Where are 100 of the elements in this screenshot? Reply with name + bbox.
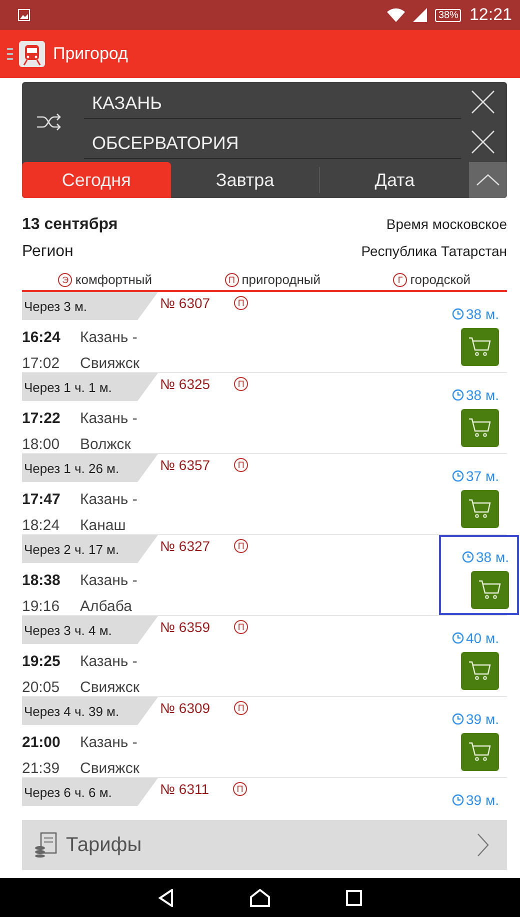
- train-type-icon: П: [234, 539, 248, 553]
- station-name: Свияжск: [80, 760, 140, 776]
- clock-icon: [452, 308, 464, 320]
- departure-time: 17:47: [22, 490, 62, 508]
- back-icon[interactable]: [158, 888, 174, 906]
- arrival-time: 19:16: [22, 598, 61, 614]
- arrival-time: 20:05: [22, 678, 61, 696]
- station-name: Казань -: [80, 572, 138, 588]
- travel-duration: 38 м.: [452, 387, 499, 403]
- wifi-icon: [387, 8, 406, 22]
- travel-duration: 40 м.: [452, 630, 499, 646]
- train-icon: [19, 41, 45, 67]
- travel-duration: 37 м.: [452, 468, 499, 484]
- train-type-icon: Э: [58, 272, 72, 286]
- home-icon[interactable]: [250, 888, 270, 906]
- departs-in-tag: Через 1 ч. 1 м.: [22, 373, 158, 401]
- travel-duration: 38 м.: [452, 306, 499, 322]
- departs-in-tag: Через 3 м.: [22, 292, 158, 320]
- train-number: № 6357: [160, 456, 210, 473]
- battery-level: 38%: [435, 8, 462, 22]
- train-number: № 6309: [160, 699, 210, 716]
- departs-in-tag: Через 1 ч. 26 м.: [22, 454, 158, 482]
- signal-icon: [413, 8, 428, 22]
- arrival-time: 17:02: [22, 354, 61, 372]
- arrival-time: 21:39: [22, 760, 61, 776]
- departure-time: 16:24: [22, 328, 62, 346]
- clock-icon: [452, 470, 464, 482]
- legend-label: комфортный: [75, 272, 152, 287]
- buy-ticket-button[interactable]: [461, 490, 499, 528]
- station-name: Казань -: [80, 328, 138, 346]
- departs-in-tag: Через 3 ч. 4 м.: [22, 616, 158, 644]
- departs-in-tag: Через 4 ч. 39 м.: [22, 697, 158, 725]
- chevron-right-icon: [477, 833, 489, 857]
- cart-icon: [468, 335, 492, 359]
- collapse-button[interactable]: [469, 162, 507, 198]
- fares-bar[interactable]: Тарифы: [22, 820, 507, 870]
- from-station-field[interactable]: КАЗАНЬ: [84, 85, 461, 119]
- station-name: Казань -: [80, 734, 138, 750]
- legend-label: городской: [410, 272, 471, 287]
- departure-time: 17:22: [22, 410, 62, 426]
- cart-icon: [468, 497, 492, 521]
- train-type-icon: П: [234, 377, 248, 391]
- departure-time: 19:25: [22, 652, 62, 670]
- date-label: 13 сентября: [22, 216, 118, 234]
- buy-ticket-button[interactable]: [461, 409, 499, 447]
- app-title: Пригород: [53, 44, 128, 64]
- station-name: Казань -: [80, 410, 138, 426]
- receipt-coins-icon: [34, 832, 58, 858]
- time-zone-label: Время московское: [386, 216, 507, 232]
- clock-icon: [462, 551, 474, 563]
- clear-icon[interactable]: [471, 130, 495, 154]
- region-label: Регион: [22, 243, 74, 261]
- region-value: Республика Татарстан: [361, 243, 507, 259]
- buy-ticket-button[interactable]: [461, 733, 499, 771]
- arrival-time: 18:00: [22, 436, 61, 452]
- image-notification-icon: [18, 9, 30, 21]
- station-name: Албаба: [80, 598, 132, 614]
- train-number: № 6327: [160, 537, 210, 554]
- train-number: № 6311: [160, 780, 210, 797]
- clock-icon: [452, 632, 464, 644]
- station-name: Канаш: [80, 516, 126, 534]
- train-number: № 6325: [160, 375, 210, 392]
- station-name: Казань -: [80, 490, 138, 508]
- travel-duration: 38 м.: [462, 549, 509, 565]
- departs-in-tag: Через 6 ч. 6 м.: [22, 778, 158, 806]
- train-type-icon: П: [233, 782, 248, 796]
- station-name: Казань -: [80, 652, 138, 670]
- recent-apps-icon[interactable]: [346, 890, 362, 906]
- clock: 12:21: [469, 5, 512, 25]
- day-tab[interactable]: Сегодня: [22, 162, 171, 198]
- cart-icon: [478, 578, 502, 602]
- buy-ticket-button[interactable]: [471, 571, 509, 609]
- arrival-time: 18:24: [22, 516, 61, 534]
- cart-icon: [468, 416, 492, 440]
- train-type-icon: П: [224, 272, 239, 286]
- train-number: № 6307: [160, 294, 210, 311]
- station-name: Свияжск: [80, 354, 140, 372]
- clear-icon[interactable]: [471, 90, 495, 114]
- departs-in-tag: Через 2 ч. 17 м.: [22, 535, 158, 563]
- buy-ticket-button[interactable]: [461, 328, 499, 366]
- clock-icon: [452, 713, 464, 725]
- clock-icon: [452, 389, 464, 401]
- to-station-field[interactable]: ОБСЕРВАТОРИЯ: [84, 125, 461, 159]
- swap-icon[interactable]: [36, 112, 62, 132]
- departure-time: 21:00: [22, 734, 62, 750]
- station-name: Свияжск: [80, 678, 140, 696]
- buy-ticket-button[interactable]: [461, 652, 499, 690]
- train-type-icon: П: [234, 701, 248, 715]
- chevron-up-icon: [476, 174, 500, 186]
- station-name: Волжск: [80, 436, 131, 452]
- train-type-icon: П: [234, 620, 248, 634]
- clock-icon: [452, 794, 464, 806]
- train-type-icon: П: [234, 296, 248, 310]
- train-number: № 6359: [160, 618, 210, 635]
- cart-icon: [468, 659, 492, 683]
- travel-duration: 39 м.: [452, 792, 499, 808]
- departure-time: 18:38: [22, 572, 62, 588]
- menu-icon[interactable]: [7, 45, 13, 63]
- train-type-icon: П: [234, 458, 248, 472]
- train-type-icon: Г: [393, 272, 408, 286]
